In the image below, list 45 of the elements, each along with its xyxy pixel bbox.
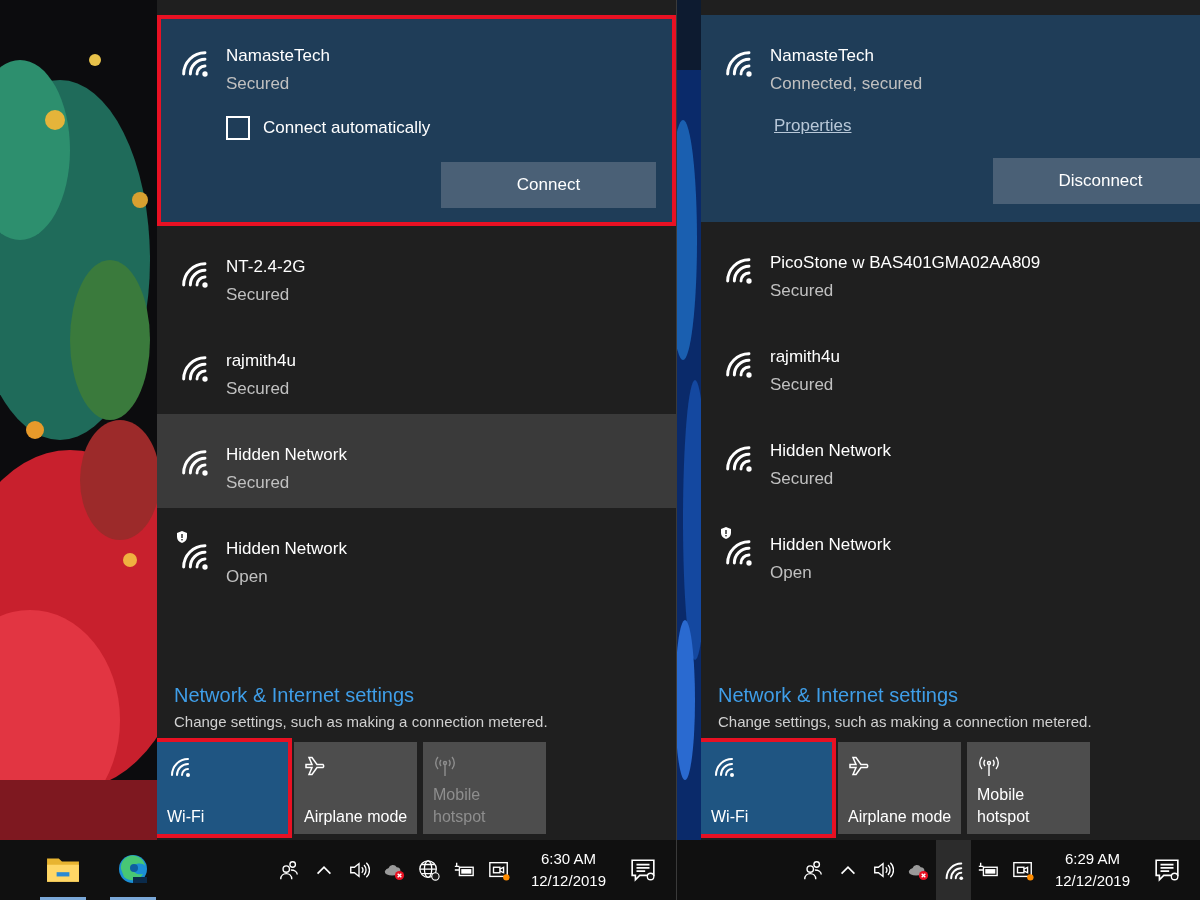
network-status: Connected, secured (770, 73, 923, 95)
network-status: Secured (226, 284, 291, 306)
network-status: Secured (226, 378, 291, 400)
network-item[interactable]: Hidden Network Open (701, 504, 1200, 598)
network-name: Hidden Network (770, 534, 891, 556)
quick-action-tile[interactable]: Airplane mode (838, 742, 961, 834)
quick-action-tile[interactable]: Mobile hotspot (967, 742, 1090, 834)
network-name: rajmith4u (770, 346, 840, 368)
settings-description: Change settings, such as making a connection metered. (174, 713, 549, 730)
clock-time: 6:29 AM (1064, 849, 1120, 869)
network-name: NamasteTech (770, 45, 875, 67)
clock-date: 12/12/2019 (1054, 871, 1130, 891)
network-item[interactable]: rajmith4u Secured (701, 316, 1200, 410)
settings-link[interactable]: Network & Internet settings (718, 684, 1183, 707)
network-item[interactable]: NamasteTech Connected, secured Properties Disconnect (701, 15, 1200, 222)
network-name: NamasteTech (226, 45, 330, 67)
network-status: Secured (226, 73, 291, 95)
network-name: NT-2.4-2G (226, 256, 306, 278)
network-status: Open (770, 562, 813, 584)
properties-link[interactable]: Properties (770, 116, 852, 136)
network-status: Secured (226, 472, 291, 494)
network-item[interactable]: PicoStone w BAS401GMA02AA809 Secured (701, 222, 1200, 316)
network-name: Hidden Network (226, 444, 347, 466)
network-name: Hidden Network (226, 538, 347, 560)
settings-description: Change settings, such as making a connection metered. (718, 713, 1093, 730)
network-status: Secured (770, 280, 835, 302)
clock-date: 12/12/2019 (530, 871, 606, 891)
network-item[interactable]: NamasteTech Secured Connect automatically Connect (157, 15, 676, 226)
network-status: Secured (770, 468, 835, 490)
network-item[interactable]: rajmith4u Secured (157, 320, 676, 414)
settings-link[interactable]: Network & Internet settings (174, 684, 659, 707)
network-name: Hidden Network (770, 440, 891, 462)
network-action-button[interactable]: Connect (441, 162, 656, 208)
network-item[interactable]: NT-2.4-2G Secured (157, 226, 676, 320)
network-item[interactable]: Hidden Network Open (157, 508, 676, 602)
network-name: rajmith4u (226, 350, 296, 372)
network-action-button[interactable]: Disconnect (993, 158, 1200, 204)
checkbox-label: Connect automatically (263, 118, 431, 138)
network-status: Open (226, 566, 269, 588)
quick-action-tile[interactable]: Airplane mode (294, 742, 417, 834)
network-name: PicoStone w BAS401GMA02AA809 (770, 252, 1041, 274)
network-item[interactable]: Hidden Network Secured (701, 410, 1200, 504)
network-item[interactable]: Hidden Network Secured (157, 414, 676, 508)
network-status: Secured (770, 374, 835, 396)
clock-time: 6:30 AM (540, 849, 596, 869)
